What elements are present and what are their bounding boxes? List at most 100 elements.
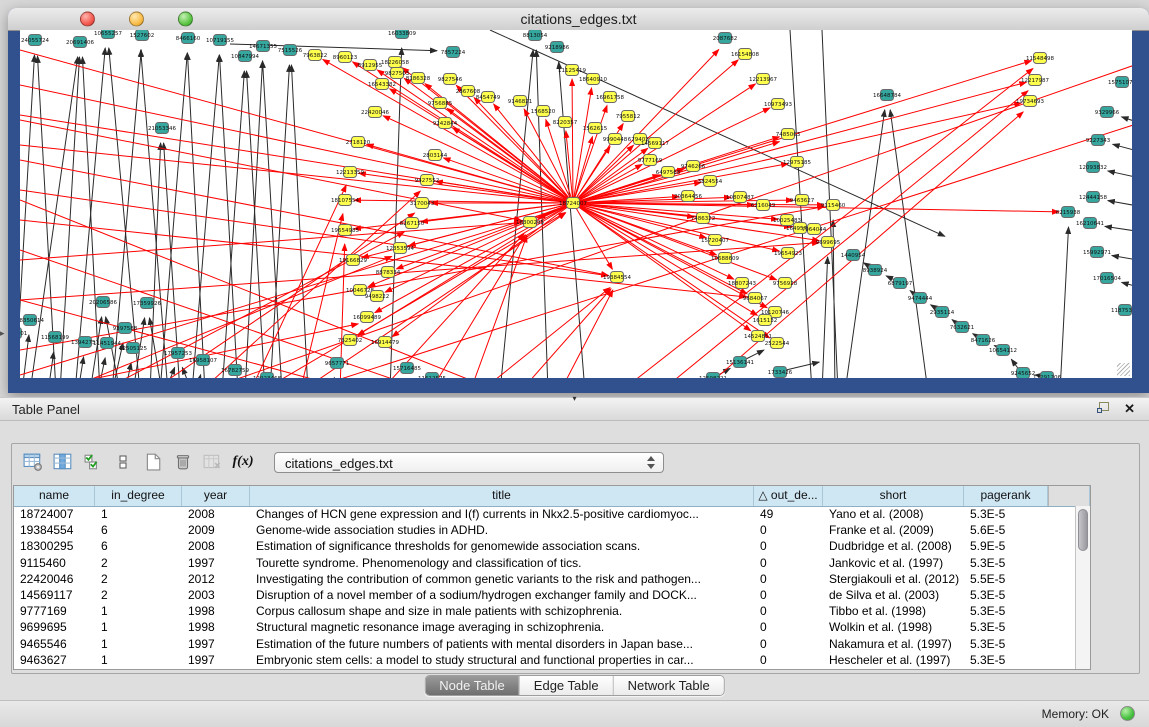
table-row[interactable]: 946554611997Estimation of the future num… [14,636,1075,652]
column-header-in_degree[interactable]: in_degree [95,486,182,506]
graph-edge[interactable] [22,335,29,378]
graph-edge-selected[interactable] [436,181,573,203]
graph-node[interactable]: 16914479 [371,337,399,348]
graph-node[interactable]: 9242844 [433,118,458,129]
graph-edge[interactable] [160,53,187,378]
graph-node[interactable]: 10847994 [231,51,259,62]
graph-node[interactable]: 1733426 [768,367,793,378]
graph-node[interactable]: 8471626 [971,335,996,346]
graph-node[interactable]: 10719155 [206,35,234,46]
graph-node[interactable]: 18226058 [381,57,409,68]
column-header-year[interactable]: year [182,486,250,506]
graph-node[interactable]: 12213967 [749,74,777,85]
graph-edge-selected[interactable] [572,79,573,203]
table-row[interactable]: 977716911998Corpus callosum shape and si… [14,603,1075,619]
new-table-icon[interactable] [138,449,168,475]
graph-edge[interactable] [90,317,102,378]
show-column-icon[interactable] [48,449,78,475]
graph-edge-selected[interactable] [20,160,608,275]
graph-node[interactable]: 9699695 [816,237,841,248]
graph-node[interactable]: 12923468 [253,373,281,379]
graph-node[interactable]: 11875300 [1111,305,1132,316]
graph-edge[interactable] [20,55,34,378]
graph-edge[interactable] [786,362,819,370]
graph-node[interactable]: 11568199 [41,332,69,343]
graph-node[interactable]: 10655257 [94,30,122,39]
graph-node[interactable]: 12213359 [336,167,364,178]
graph-node[interactable]: 9115460 [821,200,846,211]
graph-node[interactable]: 9746266 [681,161,706,172]
graph-node[interactable]: 12217987 [1021,75,1049,86]
graph-node[interactable]: 9827546 [438,74,463,85]
column-header-name[interactable]: name [14,486,95,506]
graph-node[interactable]: 16033809 [388,30,416,39]
graph-node[interactable]: 9245652 [1011,368,1036,379]
close-panel-icon[interactable]: ✕ [1124,401,1135,417]
table-row[interactable]: 1830029562008Estimation of significance … [14,538,1075,554]
graph-edge[interactable] [1108,171,1132,180]
graph-node[interactable]: 8938924 [863,265,888,276]
column-header-out_degree[interactable]: △ out_de... [754,486,823,506]
table-scrollbar[interactable] [1075,506,1090,669]
graph-node[interactable]: 15716485 [393,363,421,374]
delete-trash-icon[interactable] [168,449,198,475]
graph-node[interactable]: 18107554 [331,195,359,206]
graph-edge[interactable] [1122,282,1132,290]
graph-node[interactable]: 10973493 [764,99,792,110]
graph-node[interactable]: 11125419 [558,65,586,76]
graph-node[interactable]: 16648784 [873,90,901,101]
graph-node[interactable]: 9756928 [773,278,798,289]
graph-node[interactable]: 15136141 [726,357,754,368]
graph-node[interactable]: 12444158 [1079,192,1107,203]
graph-node[interactable]: 21053346 [148,123,176,134]
graph-node[interactable]: 16961758 [596,92,624,103]
graph-edge[interactable] [1113,144,1132,154]
function-builder-icon[interactable]: f(x) [228,449,258,475]
graph-edge-selected[interactable] [560,290,613,378]
graph-edge[interactable] [78,357,84,378]
graph-node[interactable]: 24055724 [21,35,49,46]
graph-edge[interactable] [890,110,928,378]
graph-node[interactable]: 14524851 [744,331,772,342]
graph-edge[interactable] [1122,117,1132,126]
graph-edge[interactable] [82,57,100,378]
graph-edge[interactable] [150,143,161,378]
graph-node[interactable]: 2935114 [930,307,955,318]
graph-node[interactable]: 7632621 [950,322,975,333]
graph-edge-selected[interactable] [20,50,573,203]
graph-node[interactable]: 6216049 [751,200,776,211]
graph-node[interactable]: 11612575 [418,373,446,379]
table-panel-titlebar[interactable]: ▾ Table Panel ✕ [0,397,1149,421]
table-row[interactable]: 1938455462009Genome-wide association stu… [14,522,1075,538]
table-row[interactable]: 911546021997Tourette syndrome. Phenomeno… [14,555,1075,571]
graph-node[interactable]: 20364456 [674,191,702,202]
table-row[interactable]: 946362711997Embryonic stem cells: a mode… [14,652,1075,668]
graph-node[interactable]: 8960123 [333,52,358,63]
table-row[interactable]: 969969511998Structural magnetic resonanc… [14,619,1075,635]
graph-node[interactable]: 16782759 [221,365,249,376]
network-canvas[interactable]: 2405572420691406106552571527602846616010… [20,30,1132,378]
graph-node[interactable]: 8466160 [176,33,201,44]
select-all-checks-icon[interactable] [78,449,108,475]
graph-edge-selected[interactable] [573,203,770,338]
graph-node[interactable]: 18640910 [579,74,607,85]
graph-node[interactable]: 3824554 [698,176,723,187]
graph-node[interactable]: 8267150 [400,218,425,229]
graph-node[interactable]: 12598221 [699,373,727,379]
row-selector-icon[interactable] [108,449,138,475]
graph-node[interactable]: 1527602 [130,30,155,41]
graph-node[interactable]: 7485063 [776,129,801,140]
graph-node[interactable]: 19384554 [603,272,631,283]
graph-node[interactable]: 9756885 [428,98,453,109]
graph-edge[interactable] [1108,201,1132,208]
graph-edge[interactable] [845,110,885,378]
graph-node[interactable]: 11291206 [1033,372,1061,379]
graph-node[interactable]: 1568520 [531,106,556,117]
graph-edge[interactable] [270,65,289,378]
graph-edge[interactable] [222,71,244,378]
table-row[interactable]: 1456911722003Disruption of a novel membe… [14,587,1075,603]
graph-edge[interactable] [196,375,201,378]
graph-edge-selected[interactable] [200,60,1132,378]
column-header-pagerank[interactable]: pagerank [964,486,1048,506]
graph-node[interactable]: 9329966 [1095,107,1120,118]
